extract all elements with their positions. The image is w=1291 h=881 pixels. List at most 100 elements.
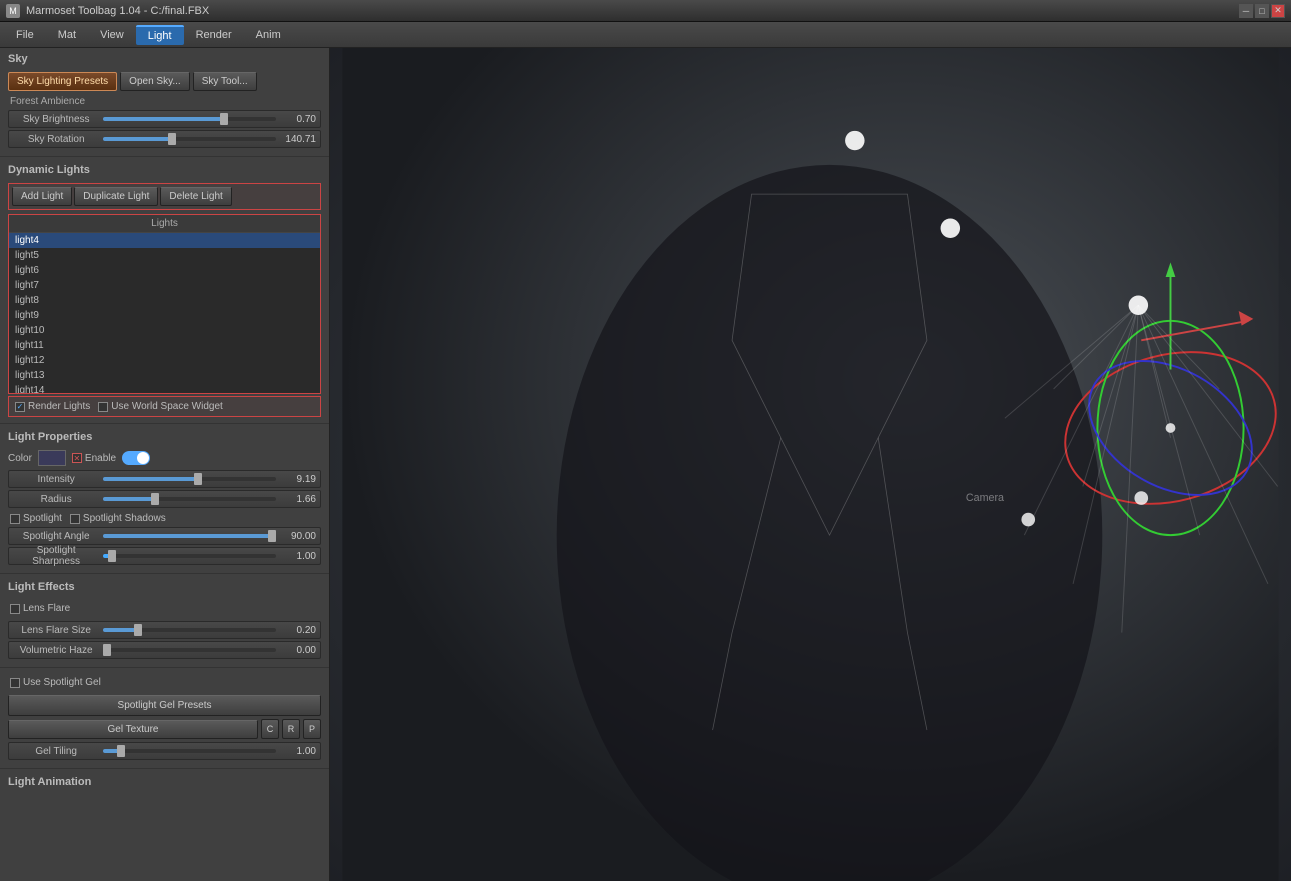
light-item[interactable]: light13 [9,368,320,383]
lens-flare-size-thumb[interactable] [134,624,142,636]
world-space-checkbox[interactable] [98,402,108,412]
light-item[interactable]: light6 [9,263,320,278]
menu-render[interactable]: Render [184,26,244,44]
sky-tool-button[interactable]: Sky Tool... [193,72,257,91]
title-bar: M Marmoset Toolbag 1.04 - C:/final.FBX ─… [0,0,1291,22]
intensity-track[interactable] [103,477,276,481]
spotlight-angle-thumb[interactable] [268,530,276,542]
sky-brightness-track[interactable] [103,117,276,121]
use-spotlight-gel-checkbox-label[interactable]: Use Spotlight Gel [10,677,101,688]
main-content: Sky Sky Lighting Presets Open Sky... Sky… [0,48,1291,881]
gel-texture-button[interactable]: Gel Texture [8,720,258,739]
menu-anim[interactable]: Anim [244,26,293,44]
world-space-checkbox-label[interactable]: Use World Space Widget [98,401,223,412]
light-item[interactable]: light8 [9,293,320,308]
lens-flare-size-value: 0.20 [280,625,320,636]
sky-lighting-presets-button[interactable]: Sky Lighting Presets [8,72,117,91]
light-item[interactable]: light12 [9,353,320,368]
lens-flare-size-track[interactable] [103,628,276,632]
light-item[interactable]: light9 [9,308,320,323]
spotlight-angle-slider-row[interactable]: Spotlight Angle 90.00 [8,527,321,545]
delete-light-button[interactable]: Delete Light [160,187,231,206]
spotlight-angle-value: 90.00 [280,531,320,542]
spotlight-sharpness-thumb[interactable] [108,550,116,562]
intensity-label: Intensity [9,474,99,485]
light-item[interactable]: light5 [9,248,320,263]
volumetric-haze-thumb[interactable] [103,644,111,656]
spotlight-sharpness-track[interactable] [103,554,276,558]
sky-rotation-thumb[interactable] [168,133,176,145]
enable-toggle[interactable] [122,451,150,465]
duplicate-light-button[interactable]: Duplicate Light [74,187,158,206]
radius-thumb[interactable] [151,493,159,505]
spotlight-shadows-checkbox[interactable] [70,514,80,524]
menu-light[interactable]: Light [136,25,184,45]
sky-brightness-slider-row[interactable]: Sky Brightness 0.70 [8,110,321,128]
gel-p-button[interactable]: P [303,719,321,739]
menu-file[interactable]: File [4,26,46,44]
gel-c-button[interactable]: C [261,719,279,739]
color-swatch[interactable] [38,450,66,466]
enable-label: Enable [85,453,116,464]
lights-list[interactable]: light4light5light6light7light8light9ligh… [9,233,320,393]
gel-tiling-slider-row[interactable]: Gel Tiling 1.00 [8,742,321,760]
lens-flare-row: Lens Flare [8,600,321,617]
add-light-button[interactable]: Add Light [12,187,72,206]
spotlight-shadows-label: Spotlight Shadows [83,513,166,524]
toggle-knob [137,452,149,464]
light-item[interactable]: light14 [9,383,320,393]
enable-checkbox-row[interactable]: ✕ Enable [72,453,116,464]
spotlight-checkbox-label[interactable]: Spotlight [10,513,62,524]
lens-flare-size-slider-row[interactable]: Lens Flare Size 0.20 [8,621,321,639]
volumetric-haze-label: Volumetric Haze [9,645,99,656]
spotlight-gel-presets-button[interactable]: Spotlight Gel Presets [8,695,321,716]
menu-view[interactable]: View [88,26,136,44]
open-sky-button[interactable]: Open Sky... [120,72,190,91]
volumetric-haze-track[interactable] [103,648,276,652]
viewport[interactable]: - Cameras Default + ⚙ Recenter (F) [330,48,1291,881]
intensity-thumb[interactable] [194,473,202,485]
render-lights-checkbox[interactable] [15,402,25,412]
sky-rotation-label: Sky Rotation [9,134,99,145]
sky-section-header: Sky [0,48,329,68]
gel-r-button[interactable]: R [282,719,300,739]
window-title: Marmoset Toolbag 1.04 - C:/final.FBX [26,5,1239,17]
spotlight-sharpness-slider-row[interactable]: Spotlight Sharpness 1.00 [8,547,321,565]
render-lights-label: Render Lights [28,401,90,412]
radius-slider-row[interactable]: Radius 1.66 [8,490,321,508]
left-panel: Sky Sky Lighting Presets Open Sky... Sky… [0,48,330,881]
gel-tiling-thumb[interactable] [117,745,125,757]
menu-mat[interactable]: Mat [46,26,88,44]
maximize-button[interactable]: □ [1255,4,1269,18]
enable-x-icon[interactable]: ✕ [72,453,82,463]
volumetric-haze-value: 0.00 [280,645,320,656]
sky-brightness-thumb[interactable] [220,113,228,125]
radius-label: Radius [9,494,99,505]
light-item[interactable]: light7 [9,278,320,293]
lens-flare-checkbox[interactable] [10,604,20,614]
sky-section: Sky Lighting Presets Open Sky... Sky Too… [0,68,329,154]
light-item[interactable]: light10 [9,323,320,338]
spotlight-angle-fill [103,534,276,538]
radius-track[interactable] [103,497,276,501]
use-spotlight-gel-checkbox[interactable] [10,678,20,688]
gel-texture-row: Gel Texture C R P [8,719,321,739]
intensity-slider-row[interactable]: Intensity 9.19 [8,470,321,488]
spotlight-checkbox[interactable] [10,514,20,524]
light-item[interactable]: light11 [9,338,320,353]
minimize-button[interactable]: ─ [1239,4,1253,18]
gel-tiling-track[interactable] [103,749,276,753]
radius-fill [103,497,155,501]
use-spotlight-gel-row: Use Spotlight Gel [8,674,321,691]
light-item[interactable]: light4 [9,233,320,248]
sky-rotation-slider-row[interactable]: Sky Rotation 140.71 [8,130,321,148]
render-lights-checkbox-label[interactable]: Render Lights [15,401,90,412]
close-button[interactable]: ✕ [1271,4,1285,18]
sky-rotation-track[interactable] [103,137,276,141]
volumetric-haze-slider-row[interactable]: Volumetric Haze 0.00 [8,641,321,659]
spotlight-angle-track[interactable] [103,534,276,538]
spotlight-shadows-checkbox-label[interactable]: Spotlight Shadows [70,513,166,524]
dynamic-lights-buttons: Add Light Duplicate Light Delete Light [8,183,321,210]
lens-flare-checkbox-label[interactable]: Lens Flare [10,603,70,614]
viewport-3d: Camera [330,48,1291,881]
